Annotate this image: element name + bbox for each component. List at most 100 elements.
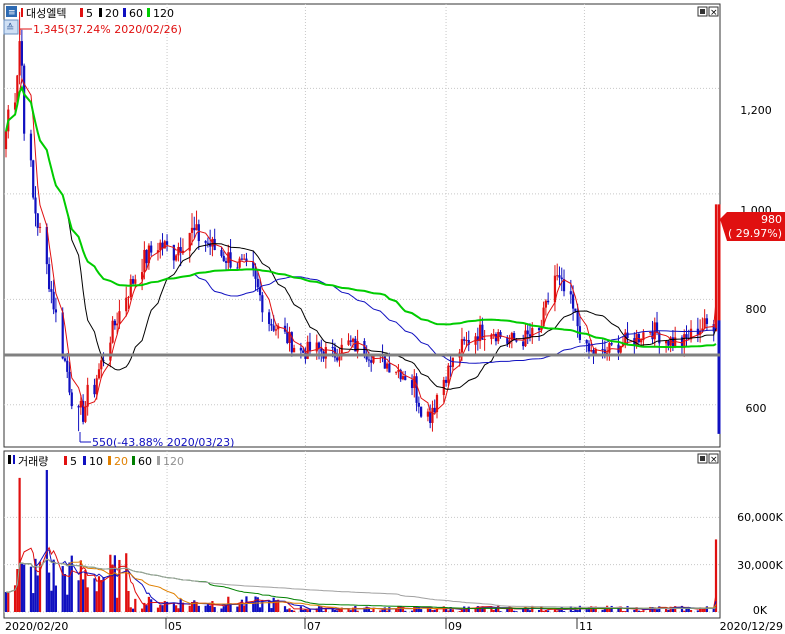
volume-bar — [18, 477, 21, 612]
candle-body — [254, 270, 257, 279]
candle-body — [556, 275, 559, 277]
volume-bar — [268, 600, 271, 612]
volume-bar — [131, 608, 135, 612]
candle-body — [70, 392, 73, 407]
vma60-swatch — [132, 456, 135, 465]
volume-bar — [537, 609, 541, 612]
candle-body — [463, 339, 466, 341]
volume-bar — [66, 594, 69, 612]
candle-body — [195, 224, 198, 231]
candle-body — [401, 376, 405, 380]
volume-bar — [86, 587, 89, 612]
volume-bar — [63, 573, 67, 612]
volume-bar — [458, 611, 461, 612]
candle-body — [175, 255, 178, 261]
volume-bar — [429, 608, 432, 612]
current-price-text: 980 — [761, 213, 782, 226]
volume-bar — [621, 611, 625, 612]
high-annotation: 1,345(37.24% 2020/02/26) — [19, 23, 182, 36]
volume-bar — [667, 609, 670, 612]
volume-bar — [36, 575, 39, 612]
candle-body — [576, 311, 579, 327]
volume-bar — [547, 610, 550, 612]
volume-bar — [156, 607, 160, 612]
candle-body — [587, 343, 591, 352]
volume-bar — [306, 610, 309, 612]
volume-bar — [370, 611, 373, 612]
volume-bar — [542, 610, 545, 612]
x-tick-07: 07 — [307, 620, 321, 633]
volume-bar — [175, 605, 178, 612]
candle-body — [626, 332, 629, 339]
volume-bar — [209, 605, 212, 612]
candle-body — [447, 365, 450, 383]
candle-body — [23, 65, 26, 134]
candle-body — [222, 255, 225, 262]
volume-bar — [499, 611, 502, 612]
vma60-label: 60 — [138, 455, 152, 468]
volume-bar — [177, 608, 180, 612]
candle-body — [79, 400, 82, 408]
volume-bar — [467, 606, 470, 612]
volume-bar — [283, 606, 287, 612]
candle-body — [302, 350, 305, 353]
vma20-label: 20 — [114, 455, 128, 468]
candle-body — [268, 312, 271, 324]
candle-body — [431, 407, 434, 423]
scroll-top-glyph: ≙ — [6, 22, 14, 34]
volume-bar — [29, 566, 33, 612]
volume-bar — [290, 609, 293, 612]
candle-body — [243, 258, 246, 260]
candle-body — [38, 226, 42, 228]
candle-body — [150, 245, 153, 253]
volume-bar — [129, 607, 132, 612]
candle-body — [165, 241, 169, 245]
candle-body — [420, 406, 423, 417]
panel-menu-glyph: ≡ — [8, 8, 16, 18]
volume-bar — [624, 611, 627, 612]
volume-bar — [197, 605, 200, 612]
high-annotation-text: 1,345(37.24% 2020/02/26) — [33, 23, 182, 36]
volume-close-glyph: × — [710, 455, 718, 465]
volume-bar — [415, 606, 418, 612]
x-tick-09: 09 — [448, 620, 462, 633]
candle-body — [86, 384, 89, 407]
candle-body — [193, 227, 196, 231]
candle-body — [404, 376, 407, 381]
candle-body — [100, 360, 103, 370]
volume-bar — [451, 609, 454, 612]
candle-body — [331, 347, 334, 349]
candle-body — [370, 360, 373, 363]
candle-body — [272, 325, 275, 331]
price-legend-title: 대성엘텍 — [26, 7, 66, 20]
vma10-label: 10 — [89, 455, 103, 468]
candle-body — [274, 329, 278, 331]
ma60-swatch — [123, 8, 126, 17]
volume-bar — [172, 602, 175, 612]
volume-bar — [381, 609, 384, 612]
candle-body — [127, 297, 130, 299]
candle-body — [54, 309, 58, 313]
candle-body — [129, 279, 132, 298]
candle-body — [131, 279, 135, 284]
volume-bar — [150, 599, 153, 612]
volume-bar — [292, 610, 296, 612]
volume-bar — [544, 609, 547, 612]
stock-chart: ≡ 대성엘텍 5 20 60 120 × 1,345(37.24% 2020/0… — [3, 3, 785, 633]
vma120-swatch — [157, 456, 160, 465]
volume-bar — [308, 609, 312, 612]
x-tick-end: 2020/12/29 — [720, 620, 783, 633]
candle-body — [118, 311, 121, 324]
candle-body — [703, 318, 706, 329]
minimize-icon-inner — [700, 9, 705, 14]
candle-body — [465, 340, 468, 342]
volume-bar — [52, 559, 55, 612]
candle-body — [608, 343, 611, 353]
volume-tick-30000k: 30,000K — [737, 559, 783, 572]
vma20-swatch — [108, 456, 111, 465]
volume-bar — [633, 609, 636, 612]
volume-bar — [683, 610, 686, 612]
candle-body — [50, 289, 53, 292]
vma5-swatch — [64, 456, 67, 465]
candle-body — [544, 300, 547, 308]
